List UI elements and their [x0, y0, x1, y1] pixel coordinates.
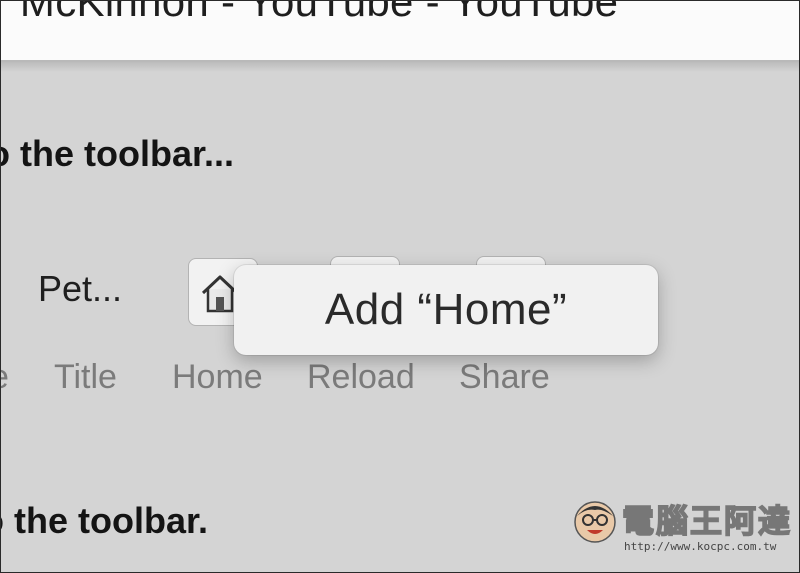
- toolbar-title-item[interactable]: Pet...: [38, 268, 122, 310]
- watermark-url: http://www.kocpc.com.tw: [624, 540, 777, 553]
- window-title-bar: er McKinnon - YouTube - YouTube: [0, 0, 800, 62]
- title-bar-shadow: [0, 62, 800, 72]
- window-title: er McKinnon - YouTube - YouTube: [0, 0, 619, 25]
- toolbar-label-share: Share: [459, 358, 550, 396]
- toolbar-label-home: Home: [172, 358, 263, 396]
- mascot-face-icon: [574, 501, 616, 543]
- toolbar-label-title: Title: [54, 358, 117, 396]
- watermark: 電腦王阿達 http://www.kocpc.com.tw: [572, 494, 791, 564]
- toolbar-label-reload: Reload: [307, 358, 415, 396]
- toolbar-label-partial: e: [0, 358, 9, 397]
- toolbar-item-labels: e Title Home Reload Share: [0, 358, 800, 398]
- add-home-tooltip: Add “Home”: [234, 265, 658, 355]
- customize-instructions: o the toolbar.: [0, 500, 209, 541]
- customize-heading: o the toolbar...: [0, 133, 235, 174]
- watermark-logo: 電腦王阿達: [621, 502, 793, 540]
